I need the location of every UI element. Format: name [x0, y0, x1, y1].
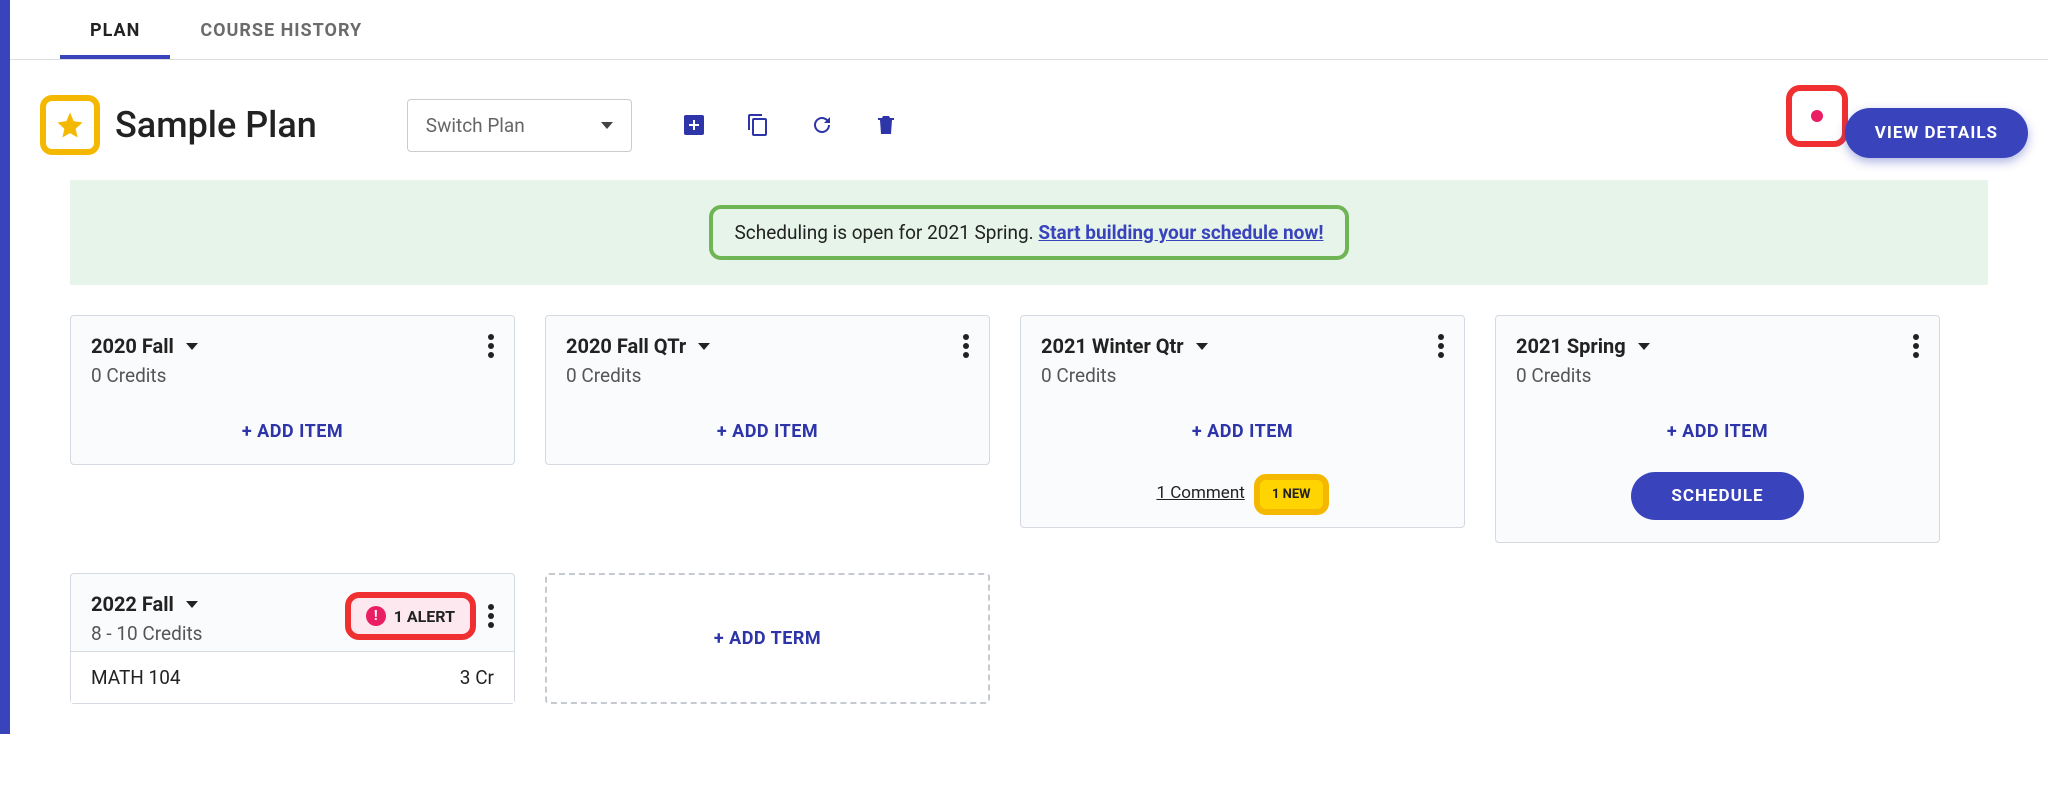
term-credits: 0 Credits [1516, 364, 1650, 387]
terms-grid: 2020 Fall 0 Credits + ADD ITEM 2020 Fall… [10, 285, 2048, 543]
delete-plan-button[interactable] [872, 111, 900, 139]
add-item-button[interactable]: + ADD ITEM [71, 399, 514, 464]
term-menu-button[interactable] [1438, 334, 1444, 358]
term-credits: 0 Credits [566, 364, 710, 387]
notification-dot-icon [1811, 110, 1823, 122]
add-item-button[interactable]: + ADD ITEM [1496, 399, 1939, 464]
schedule-button[interactable]: SCHEDULE [1631, 472, 1803, 520]
add-term-button[interactable]: + ADD TERM [545, 573, 990, 704]
plan-title: Sample Plan [115, 104, 317, 146]
term-card-2020-fall: 2020 Fall 0 Credits + ADD ITEM [70, 315, 515, 465]
caret-down-icon[interactable] [186, 601, 198, 608]
star-icon [55, 110, 85, 140]
view-details-button[interactable]: VIEW DETAILS [1845, 108, 2028, 158]
term-credits: 8 - 10 Credits [91, 622, 203, 645]
caret-down-icon [601, 122, 613, 129]
term-title: 2021 Spring [1516, 334, 1626, 358]
course-code: MATH 104 [91, 666, 181, 689]
switch-plan-dropdown[interactable]: Switch Plan [407, 99, 632, 152]
add-item-button[interactable]: + ADD ITEM [1021, 399, 1464, 464]
caret-down-icon[interactable] [698, 343, 710, 350]
notification-indicator-box[interactable] [1786, 85, 1848, 147]
term-menu-button[interactable] [488, 334, 494, 358]
terms-row-2: 2022 Fall 8 - 10 Credits ! 1 ALERT MATH … [10, 543, 2048, 734]
term-card-2021-spring: 2021 Spring 0 Credits + ADD ITEM SCHEDUL… [1495, 315, 1940, 543]
add-item-button[interactable]: + ADD ITEM [546, 399, 989, 464]
term-card-2020-fall-qtr: 2020 Fall QTr 0 Credits + ADD ITEM [545, 315, 990, 465]
new-badge: 1 NEW [1254, 474, 1329, 515]
banner-link[interactable]: Start building your schedule now! [1038, 221, 1323, 244]
term-title: 2021 Winter Qtr [1041, 334, 1184, 358]
plan-header: Sample Plan Switch Plan VIEW DETAILS [10, 60, 2048, 180]
tab-course-history[interactable]: COURSE HISTORY [170, 0, 392, 59]
alert-text: 1 ALERT [394, 607, 455, 626]
term-menu-button[interactable] [963, 334, 969, 358]
term-card-2021-winter-qtr: 2021 Winter Qtr 0 Credits + ADD ITEM 1 C… [1020, 315, 1465, 528]
course-credits: 3 Cr [460, 666, 494, 689]
trash-icon [874, 113, 898, 137]
tabs: PLAN COURSE HISTORY [10, 0, 2048, 60]
term-menu-button[interactable] [488, 604, 494, 628]
refresh-icon [810, 113, 834, 137]
caret-down-icon[interactable] [1196, 343, 1208, 350]
add-plan-button[interactable] [680, 111, 708, 139]
course-row[interactable]: MATH 104 3 Cr [71, 651, 514, 703]
banner-text: Scheduling is open for 2021 Spring. [735, 221, 1039, 244]
term-credits: 0 Credits [1041, 364, 1208, 387]
term-title: 2020 Fall [91, 334, 174, 358]
term-title: 2022 Fall [91, 592, 174, 616]
comment-link[interactable]: 1 Comment [1156, 483, 1244, 503]
plus-square-icon [682, 113, 706, 137]
favorite-star-box[interactable] [40, 95, 100, 155]
alert-badge[interactable]: ! 1 ALERT [345, 592, 476, 640]
term-credits: 0 Credits [91, 364, 198, 387]
scheduling-banner: Scheduling is open for 2021 Spring. Star… [70, 180, 1988, 285]
copy-icon [746, 113, 770, 137]
copy-plan-button[interactable] [744, 111, 772, 139]
alert-icon: ! [366, 606, 386, 626]
term-title: 2020 Fall QTr [566, 334, 686, 358]
refresh-button[interactable] [808, 111, 836, 139]
term-menu-button[interactable] [1913, 334, 1919, 358]
tab-plan[interactable]: PLAN [60, 0, 170, 59]
caret-down-icon[interactable] [186, 343, 198, 350]
caret-down-icon[interactable] [1638, 343, 1650, 350]
switch-plan-label: Switch Plan [426, 114, 525, 137]
term-card-2022-fall: 2022 Fall 8 - 10 Credits ! 1 ALERT MATH … [70, 573, 515, 704]
